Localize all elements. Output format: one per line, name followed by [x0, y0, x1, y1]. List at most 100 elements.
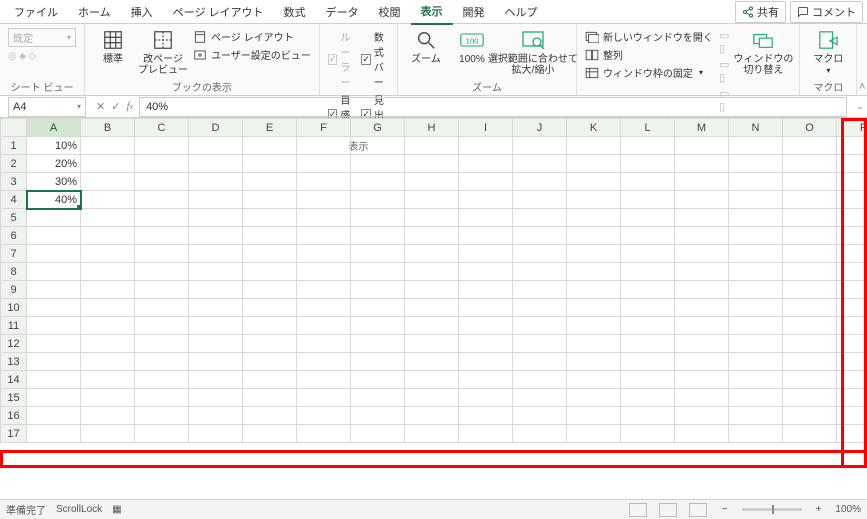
name-box[interactable]: A4 ▾: [8, 97, 86, 117]
cell-I2[interactable]: [459, 155, 513, 173]
cell-I17[interactable]: [459, 425, 513, 443]
row-header-6[interactable]: 6: [1, 227, 27, 245]
row-header-9[interactable]: 9: [1, 281, 27, 299]
formulabar-checkbox[interactable]: ✓数式バー: [361, 29, 389, 89]
cell-E9[interactable]: [243, 281, 297, 299]
cell-M14[interactable]: [675, 371, 729, 389]
ruler-checkbox[interactable]: ✓ルーラー: [328, 29, 356, 89]
cell-O1[interactable]: [783, 137, 837, 155]
cell-C2[interactable]: [135, 155, 189, 173]
cell-B15[interactable]: [81, 389, 135, 407]
arrange-button[interactable]: 整列: [585, 47, 713, 62]
cell-B10[interactable]: [81, 299, 135, 317]
cell-A11[interactable]: [27, 317, 81, 335]
cell-C13[interactable]: [135, 353, 189, 371]
cell-K5[interactable]: [567, 209, 621, 227]
tab-view[interactable]: 表示: [411, 0, 453, 25]
cell-B13[interactable]: [81, 353, 135, 371]
cell-B14[interactable]: [81, 371, 135, 389]
cell-I8[interactable]: [459, 263, 513, 281]
cell-J4[interactable]: [513, 191, 567, 209]
sheet-view-default[interactable]: 既定 ▾: [8, 28, 76, 47]
eye-icon[interactable]: ◈: [19, 51, 27, 62]
cell-N2[interactable]: [729, 155, 783, 173]
cell-H10[interactable]: [405, 299, 459, 317]
cell-A9[interactable]: [27, 281, 81, 299]
cell-L2[interactable]: [621, 155, 675, 173]
zoom-selection-button[interactable]: 選択範囲に合わせて 拡大/縮小: [498, 28, 568, 76]
row-header-13[interactable]: 13: [1, 353, 27, 371]
cell-O2[interactable]: [783, 155, 837, 173]
cell-I6[interactable]: [459, 227, 513, 245]
col-header-L[interactable]: L: [621, 119, 675, 137]
cell-I7[interactable]: [459, 245, 513, 263]
cell-A5[interactable]: [27, 209, 81, 227]
cell-J2[interactable]: [513, 155, 567, 173]
cell-G5[interactable]: [351, 209, 405, 227]
cell-J6[interactable]: [513, 227, 567, 245]
cell-A2[interactable]: 20%: [27, 155, 81, 173]
cell-M4[interactable]: [675, 191, 729, 209]
cell-G2[interactable]: [351, 155, 405, 173]
cell-C8[interactable]: [135, 263, 189, 281]
cell-N8[interactable]: [729, 263, 783, 281]
cell-O13[interactable]: [783, 353, 837, 371]
cell-P17[interactable]: [837, 425, 867, 443]
zoom-out-button[interactable]: −: [722, 504, 728, 515]
col-header-I[interactable]: I: [459, 119, 513, 137]
cell-H14[interactable]: [405, 371, 459, 389]
cell-P11[interactable]: [837, 317, 867, 335]
cell-B1[interactable]: [81, 137, 135, 155]
cell-J15[interactable]: [513, 389, 567, 407]
cell-B2[interactable]: [81, 155, 135, 173]
normal-view-button[interactable]: 標準: [93, 28, 133, 65]
cell-C11[interactable]: [135, 317, 189, 335]
cell-A4[interactable]: 40%: [27, 191, 81, 209]
new-window-button[interactable]: 新しいウィンドウを開く: [585, 29, 713, 44]
view-page-layout-button[interactable]: [659, 503, 677, 517]
cell-N17[interactable]: [729, 425, 783, 443]
cell-D9[interactable]: [189, 281, 243, 299]
cell-K11[interactable]: [567, 317, 621, 335]
cell-F8[interactable]: [297, 263, 351, 281]
col-header-F[interactable]: F: [297, 119, 351, 137]
cell-L4[interactable]: [621, 191, 675, 209]
cell-G13[interactable]: [351, 353, 405, 371]
cell-I1[interactable]: [459, 137, 513, 155]
cell-M6[interactable]: [675, 227, 729, 245]
cell-K6[interactable]: [567, 227, 621, 245]
col-header-H[interactable]: H: [405, 119, 459, 137]
cell-G8[interactable]: [351, 263, 405, 281]
window-split-icon[interactable]: ▭ ▯: [719, 29, 729, 55]
cell-H3[interactable]: [405, 173, 459, 191]
cell-A15[interactable]: [27, 389, 81, 407]
cell-C3[interactable]: [135, 173, 189, 191]
cell-P13[interactable]: [837, 353, 867, 371]
col-header-B[interactable]: B: [81, 119, 135, 137]
zoom-in-button[interactable]: +: [816, 504, 822, 515]
cell-D17[interactable]: [189, 425, 243, 443]
cell-I13[interactable]: [459, 353, 513, 371]
cell-O12[interactable]: [783, 335, 837, 353]
eye-icon[interactable]: ◇: [28, 51, 36, 62]
cell-L13[interactable]: [621, 353, 675, 371]
switch-window-button[interactable]: ウィンドウの 切り替え: [735, 28, 791, 76]
cell-I10[interactable]: [459, 299, 513, 317]
col-header-J[interactable]: J: [513, 119, 567, 137]
eye-icon[interactable]: ◎: [8, 51, 17, 62]
cell-M9[interactable]: [675, 281, 729, 299]
cell-K12[interactable]: [567, 335, 621, 353]
cell-I5[interactable]: [459, 209, 513, 227]
cell-B17[interactable]: [81, 425, 135, 443]
cell-E1[interactable]: [243, 137, 297, 155]
cell-K8[interactable]: [567, 263, 621, 281]
cell-K9[interactable]: [567, 281, 621, 299]
cell-K4[interactable]: [567, 191, 621, 209]
cell-L11[interactable]: [621, 317, 675, 335]
cell-G9[interactable]: [351, 281, 405, 299]
cell-I14[interactable]: [459, 371, 513, 389]
cell-J16[interactable]: [513, 407, 567, 425]
cell-F7[interactable]: [297, 245, 351, 263]
cell-H6[interactable]: [405, 227, 459, 245]
cell-O15[interactable]: [783, 389, 837, 407]
